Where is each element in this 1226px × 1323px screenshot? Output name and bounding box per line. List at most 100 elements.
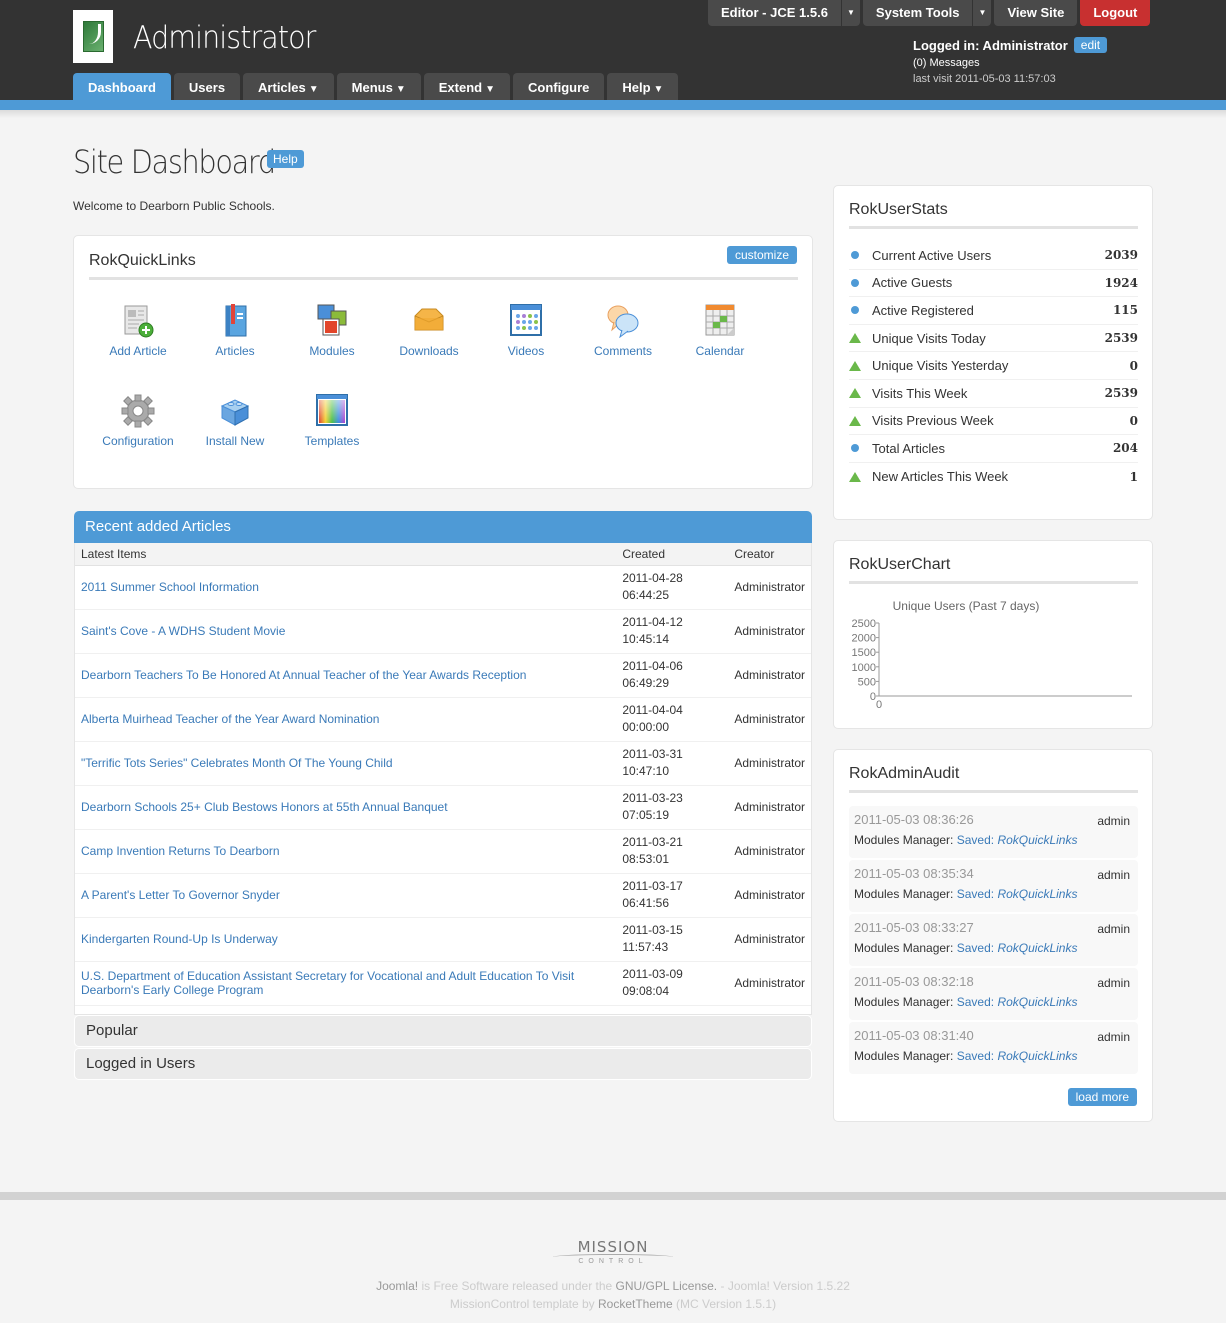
quicklink-downloads[interactable]: Downloads — [380, 304, 478, 358]
nav-label: Articles — [258, 80, 306, 95]
article-link[interactable]: "Terrific Tots Series" Celebrates Month … — [81, 756, 393, 770]
help-button[interactable]: Help — [267, 150, 304, 168]
nav-tab-articles[interactable]: Articles ▼ — [243, 73, 334, 100]
view-site-button[interactable]: View Site — [994, 0, 1078, 26]
quicklinks-title: RokQuickLinks — [89, 252, 798, 280]
audit-target-link[interactable]: RokQuickLinks — [997, 833, 1077, 847]
logo-mark-icon — [82, 21, 104, 52]
quicklink-configuration[interactable]: Configuration — [89, 394, 187, 448]
site-logo[interactable] — [73, 10, 113, 63]
gpl-license-link[interactable]: GNU/GPL License. — [616, 1279, 718, 1293]
quicklink-templates[interactable]: Templates — [283, 394, 381, 448]
dropdown-arrow-icon: ▼ — [485, 84, 495, 95]
triangle-bullet-icon — [849, 333, 861, 344]
nav-label: Extend — [438, 80, 483, 95]
editor-button[interactable]: Editor - JCE 1.5.6 ▼ — [708, 0, 860, 26]
created-time: 06:49:29 — [622, 676, 670, 690]
gear-icon — [121, 394, 155, 428]
quicklink-articles[interactable]: Articles — [186, 304, 284, 358]
quicklink-modules[interactable]: Modules — [283, 304, 381, 358]
joomla-version: - Joomla! Version 1.5.22 — [717, 1279, 850, 1293]
system-tools-dropdown-icon[interactable]: ▼ — [972, 0, 991, 26]
triangle-bullet-icon — [849, 388, 861, 399]
article-link[interactable]: A Parent's Letter To Governor Snyder — [81, 888, 280, 902]
article-link[interactable]: Dearborn Schools 25+ Club Bestows Honors… — [81, 800, 448, 814]
dropdown-arrow-icon: ▼ — [653, 84, 664, 95]
article-link[interactable]: 2011 Summer School Information — [81, 580, 259, 594]
load-more-button[interactable]: load more — [1067, 1088, 1137, 1106]
messages-link[interactable]: (0) Messages — [913, 57, 1107, 69]
stat-value: 1 — [1129, 469, 1138, 484]
edit-profile-button[interactable]: edit — [1073, 37, 1108, 53]
stat-row: Unique Visits Yesterday 0 — [849, 352, 1138, 380]
nav-tab-extend[interactable]: Extend ▼ — [423, 73, 510, 100]
column-header-created: Created — [616, 543, 729, 566]
created-date: 2011-03-15 — [622, 923, 683, 937]
nav-label: Users — [188, 80, 226, 95]
nav-tab-menus[interactable]: Menus ▼ — [336, 73, 421, 100]
audit-section: Modules Manager: — [854, 1049, 954, 1063]
created-time: 06:44:25 — [622, 588, 670, 602]
rockettheme-link[interactable]: RocketTheme — [598, 1297, 673, 1311]
created-cell: 2011-03-17 06:41:56 — [616, 873, 729, 918]
popular-section-toggle[interactable]: Popular — [74, 1015, 812, 1047]
article-link[interactable]: Camp Invention Returns To Dearborn — [81, 844, 280, 858]
nav-tab-users[interactable]: Users — [173, 73, 241, 100]
table-row: Dearborn Teachers To Be Honored At Annua… — [75, 653, 811, 698]
quicklinks-panel: RokQuickLinks customize Add Article Arti… — [73, 235, 813, 489]
stat-label: Current Active Users — [872, 247, 992, 263]
dot-bullet-icon — [851, 278, 859, 287]
created-date: 2011-04-06 — [622, 659, 683, 673]
audit-item: 2011-05-03 08:31:40 admin Modules Manager:… — [849, 1022, 1138, 1074]
modules-icon — [315, 304, 349, 338]
audit-target-link[interactable]: RokQuickLinks — [997, 941, 1077, 955]
audit-user: admin — [1097, 814, 1130, 828]
dropdown-arrow-icon: ▼ — [395, 84, 406, 95]
article-link[interactable]: Dearborn Teachers To Be Honored At Annua… — [81, 668, 526, 682]
audit-timestamp: 2011-05-03 08:35:34 — [854, 866, 974, 881]
article-link[interactable]: Alberta Muirhead Teacher of the Year Awa… — [81, 712, 379, 726]
created-cell: 2011-04-28 06:44:25 — [616, 565, 729, 610]
nav-tab-configure[interactable]: Configure — [512, 73, 605, 100]
editor-label: Editor - JCE 1.5.6 — [721, 5, 828, 20]
stat-list: Current Active Users 2039 Active Guests 192… — [849, 242, 1138, 490]
created-cell: 2011-03-31 10:47:10 — [616, 741, 729, 786]
nav-tab-dashboard[interactable]: Dashboard — [73, 73, 171, 100]
comments-icon — [606, 304, 640, 339]
created-cell: 2011-04-06 06:49:29 — [616, 653, 729, 698]
calendar-icon — [703, 304, 737, 338]
quicklink-add-article[interactable]: Add Article — [89, 304, 187, 358]
audit-target-link[interactable]: RokQuickLinks — [997, 887, 1077, 901]
quicklink-comments[interactable]: Comments — [574, 304, 672, 358]
recent-articles-title[interactable]: Recent added Articles — [74, 511, 812, 543]
stat-value: 1924 — [1104, 275, 1138, 290]
logout-button[interactable]: Logout — [1080, 0, 1151, 26]
quicklink-calendar[interactable]: Calendar — [671, 304, 769, 358]
stat-label: Unique Visits Yesterday — [872, 358, 1009, 374]
userchart-title: RokUserChart — [849, 556, 1138, 584]
unique-users-chart: Unique Users (Past 7 days) 0500 1000 1500 2… — [852, 599, 1132, 711]
customize-button[interactable]: customize — [726, 246, 797, 264]
article-title-cell: "Terrific Tots Series" Celebrates Month … — [75, 741, 617, 786]
article-title-cell: Camp Invention Returns To Dearborn — [75, 829, 617, 874]
logged-in-users-section-toggle[interactable]: Logged in Users — [74, 1048, 812, 1080]
quicklink-videos[interactable]: Videos — [477, 304, 575, 358]
creator-cell: Administrator — [728, 609, 811, 654]
quicklink-install-new[interactable]: Install New — [186, 394, 284, 448]
audit-target-link[interactable]: RokQuickLinks — [997, 1049, 1077, 1063]
nav-tab-help[interactable]: Help ▼ — [607, 73, 679, 100]
created-date: 2011-03-09 — [622, 967, 683, 981]
editor-dropdown-icon[interactable]: ▼ — [840, 0, 860, 26]
triangle-bullet-icon — [849, 415, 861, 426]
article-title-cell: Dearborn Schools 25+ Club Bestows Honors… — [75, 785, 617, 830]
audit-target-link[interactable]: RokQuickLinks — [997, 995, 1077, 1009]
article-link[interactable]: Kindergarten Round-Up Is Underway — [81, 932, 278, 946]
article-link[interactable]: U.S. Department of Education Assistant S… — [81, 969, 574, 997]
audit-item: 2011-05-03 08:35:34 admin Modules Manager:… — [849, 860, 1138, 912]
creator-cell: Administrator — [728, 741, 811, 786]
created-cell: 2011-03-21 08:53:01 — [616, 829, 729, 874]
system-tools-button[interactable]: System Tools ▼ — [862, 0, 992, 26]
joomla-link[interactable]: Joomla! — [376, 1279, 418, 1293]
mc-version: (MC Version 1.5.1) — [672, 1297, 777, 1311]
article-link[interactable]: Saint's Cove - A WDHS Student Movie — [81, 624, 285, 638]
